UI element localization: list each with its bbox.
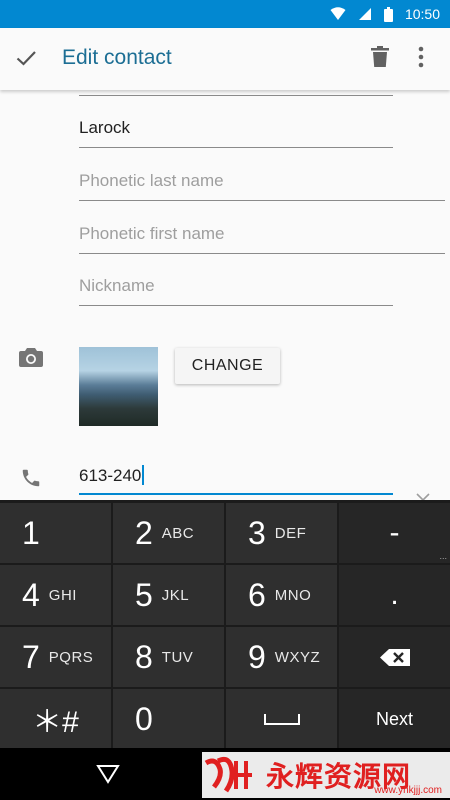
key-1[interactable]: 1 bbox=[0, 503, 111, 563]
watermark: 永辉资源网 www.yhkjjj.com bbox=[202, 752, 450, 798]
wifi-icon bbox=[330, 7, 346, 20]
contact-photo[interactable] bbox=[79, 347, 158, 426]
phone-number-value: 613-240 bbox=[79, 466, 142, 485]
key-next[interactable]: Next bbox=[339, 689, 450, 749]
check-icon[interactable] bbox=[14, 46, 38, 70]
signal-icon bbox=[358, 8, 371, 20]
key-dash[interactable]: - ... bbox=[339, 503, 450, 563]
back-icon[interactable] bbox=[96, 764, 120, 784]
key-9[interactable]: 9 WXYZ bbox=[226, 627, 337, 687]
more-symbols-indicator: ... bbox=[439, 551, 447, 561]
key-star-hash[interactable]: ＊# bbox=[0, 689, 111, 749]
key-7[interactable]: 7 PQRS bbox=[0, 627, 111, 687]
key-8[interactable]: 8 TUV bbox=[113, 627, 224, 687]
previous-field[interactable] bbox=[79, 90, 393, 96]
clock: 10:50 bbox=[404, 6, 440, 22]
key-2[interactable]: 2 ABC bbox=[113, 503, 224, 563]
phonetic-first-name-field[interactable]: Phonetic first name bbox=[79, 214, 445, 254]
watermark-url: www.yhkjjj.com bbox=[374, 785, 442, 796]
trash-icon[interactable] bbox=[370, 46, 390, 68]
app-bar: Edit contact bbox=[0, 28, 450, 90]
phone-number-input[interactable]: 613-240 bbox=[79, 459, 393, 495]
phone-input-underline bbox=[79, 493, 393, 495]
key-5[interactable]: 5 JKL bbox=[113, 565, 224, 625]
key-space[interactable] bbox=[226, 689, 337, 749]
watermark-logo bbox=[204, 756, 252, 793]
status-icons: 10:50 bbox=[330, 5, 440, 23]
contact-form: Larock Phonetic last name Phonetic first… bbox=[0, 90, 450, 500]
numeric-keyboard: 1 2 ABC 3 DEF - ... 4 GHI 5 JKL 6 MNO . 7 PQRS… bbox=[0, 500, 450, 749]
space-icon bbox=[263, 714, 300, 725]
last-name-field[interactable]: Larock bbox=[79, 108, 393, 148]
key-4[interactable]: 4 GHI bbox=[0, 565, 111, 625]
status-bar: 10:50 bbox=[0, 0, 450, 28]
backspace-icon bbox=[379, 648, 410, 666]
key-3[interactable]: 3 DEF bbox=[226, 503, 337, 563]
change-photo-button[interactable]: CHANGE bbox=[175, 348, 280, 384]
key-period[interactable]: . bbox=[339, 565, 450, 625]
phonetic-first-name-placeholder: Phonetic first name bbox=[79, 224, 225, 243]
key-6[interactable]: 6 MNO bbox=[226, 565, 337, 625]
camera-icon bbox=[19, 348, 43, 367]
key-backspace[interactable] bbox=[339, 627, 450, 687]
phonetic-last-name-placeholder: Phonetic last name bbox=[79, 171, 224, 190]
text-cursor bbox=[142, 465, 144, 485]
nickname-placeholder: Nickname bbox=[79, 276, 155, 295]
battery-icon bbox=[383, 6, 393, 22]
page-title: Edit contact bbox=[62, 46, 172, 69]
phone-icon bbox=[22, 469, 40, 487]
nickname-field[interactable]: Nickname bbox=[79, 266, 393, 306]
key-0[interactable]: 0 bbox=[113, 689, 224, 749]
more-icon[interactable] bbox=[418, 46, 424, 68]
last-name-value: Larock bbox=[79, 118, 131, 137]
chevron-down-icon[interactable] bbox=[416, 493, 430, 500]
phonetic-last-name-field[interactable]: Phonetic last name bbox=[79, 161, 445, 201]
